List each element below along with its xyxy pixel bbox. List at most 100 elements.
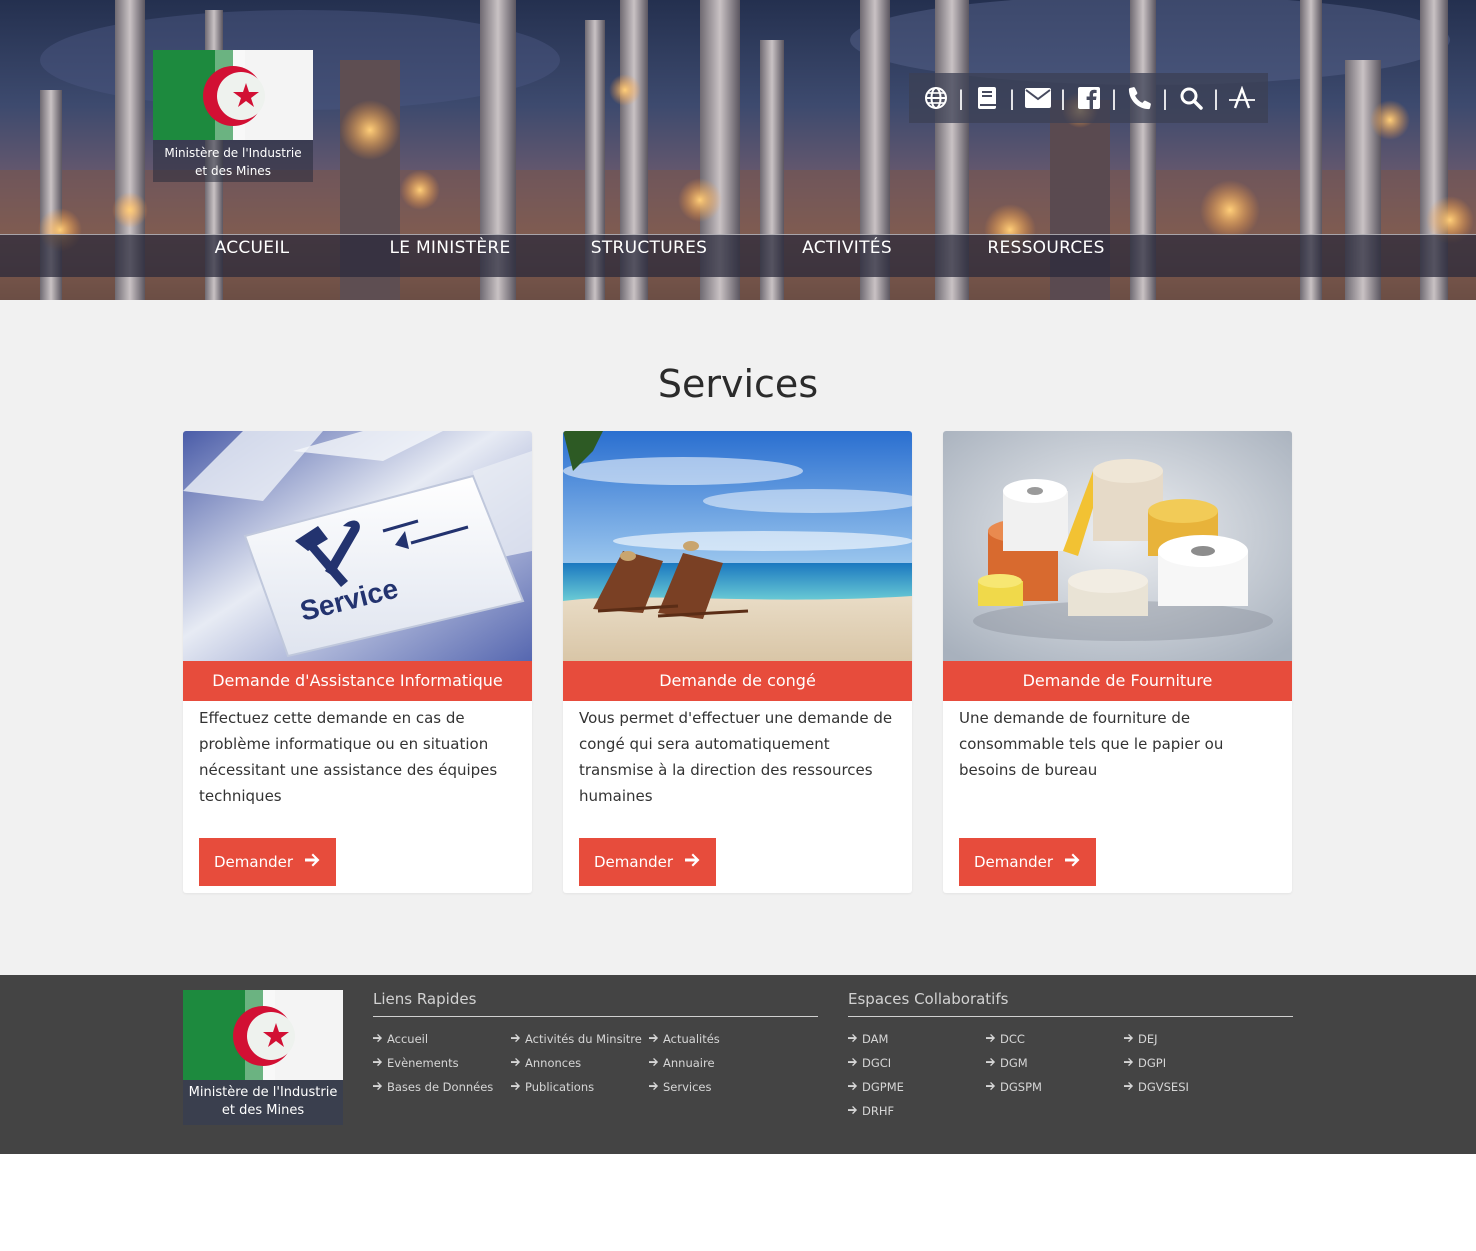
algerian-flag-image xyxy=(153,50,313,140)
collab-link-label: DGPME xyxy=(862,1080,904,1094)
globe-icon[interactable] xyxy=(921,83,951,113)
collab-link-label: DCC xyxy=(1000,1032,1025,1046)
collab-link-label: DGPI xyxy=(1138,1056,1167,1070)
arrow-right-icon xyxy=(848,1032,858,1046)
logo-caption-line-1: Ministère de l'Industrie xyxy=(188,1085,338,1100)
service-card-fourniture: Demande de Fourniture Une demande de fou… xyxy=(943,431,1292,893)
keyboard-service-image: Service xyxy=(183,431,532,661)
quick-link[interactable]: Annuaire xyxy=(649,1056,715,1070)
arrow-right-icon xyxy=(848,1104,858,1118)
hero-banner: Ministère de l'Industrie et des Mines | … xyxy=(0,0,1476,300)
toolbar-separator: | xyxy=(1059,86,1067,110)
phone-icon[interactable] xyxy=(1125,83,1155,113)
collab-link[interactable]: DGSPM xyxy=(986,1080,1042,1094)
toolbar-separator: | xyxy=(1008,86,1016,110)
arrow-right-icon xyxy=(848,1056,858,1070)
collab-link-label: DGM xyxy=(1000,1056,1028,1070)
card-description: Vous permet d'effectuer une demande de c… xyxy=(579,709,893,805)
collab-link[interactable]: DGPME xyxy=(848,1080,904,1094)
arrow-right-icon xyxy=(1124,1032,1134,1046)
arrow-right-icon xyxy=(649,1032,659,1046)
arrow-right-icon xyxy=(986,1080,996,1094)
collab-link[interactable]: DGVSESI xyxy=(1124,1080,1189,1094)
quick-link-label: Services xyxy=(663,1080,712,1094)
toolbar-separator: | xyxy=(1161,86,1169,110)
collab-link-label: DGSPM xyxy=(1000,1080,1042,1094)
collab-link-label: DRHF xyxy=(862,1104,895,1118)
nav-item-accueil[interactable]: ACCUEIL xyxy=(200,238,304,258)
envelope-icon[interactable] xyxy=(1023,83,1053,113)
quick-link[interactable]: Annonces xyxy=(511,1056,581,1070)
arrow-right-icon xyxy=(1065,853,1081,871)
arrow-right-icon xyxy=(848,1080,858,1094)
nav-item-activites[interactable]: ACTIVITÉS xyxy=(790,238,904,258)
quick-link[interactable]: Bases de Données xyxy=(373,1080,493,1094)
logo-caption-line-1: Ministère de l'Industrie xyxy=(164,146,302,160)
collab-link[interactable]: DEJ xyxy=(1124,1032,1158,1046)
page-bottom-space xyxy=(0,1154,1476,1251)
collab-link[interactable]: DGM xyxy=(986,1056,1028,1070)
footer-logo[interactable]: Ministère de l'Industrie et des Mines xyxy=(183,990,343,1125)
quick-link-label: Annonces xyxy=(525,1056,582,1070)
card-title: Demande de congé xyxy=(563,661,912,701)
arrow-right-icon xyxy=(649,1080,659,1094)
quick-link[interactable]: Actualités xyxy=(649,1032,720,1046)
demander-button[interactable]: Demander xyxy=(199,838,337,886)
collab-link[interactable]: DGCI xyxy=(848,1056,891,1070)
nav-item-structures[interactable]: STRUCTURES xyxy=(580,238,718,258)
quick-link-label: Accueil xyxy=(387,1032,429,1046)
page-title: Services xyxy=(657,362,819,406)
button-label: Demander xyxy=(594,853,674,871)
ministry-logo[interactable]: Ministère de l'Industrie et des Mines xyxy=(153,50,313,182)
collab-link-label: DAM xyxy=(862,1032,889,1046)
beach-image xyxy=(563,431,912,661)
search-icon[interactable] xyxy=(1176,83,1206,113)
arrow-right-icon xyxy=(649,1056,659,1070)
arrow-right-icon xyxy=(511,1080,521,1094)
nav-item-ressources[interactable]: RESSOURCES xyxy=(976,238,1116,258)
quick-link-label: Publications xyxy=(525,1080,595,1094)
nav-item-le-ministere[interactable]: LE MINISTÈRE xyxy=(380,238,520,258)
algerian-flag-image xyxy=(183,990,343,1080)
toolbar-separator: | xyxy=(1110,86,1118,110)
quick-link-label: Bases de Données xyxy=(387,1080,494,1094)
collab-spaces-heading: Espaces Collaboratifs xyxy=(848,990,1293,1017)
demander-button[interactable]: Demander xyxy=(959,838,1097,886)
logo-caption-line-2: et des Mines xyxy=(221,1103,305,1118)
card-title: Demande d'Assistance Informatique xyxy=(183,661,532,701)
toolbar-separator: | xyxy=(1212,86,1220,110)
font-size-icon[interactable] xyxy=(1227,83,1257,113)
collab-link[interactable]: DGPI xyxy=(1124,1056,1166,1070)
quick-link[interactable]: Activités du Minsitre xyxy=(511,1032,642,1046)
facebook-icon[interactable] xyxy=(1074,83,1104,113)
label-rolls-image xyxy=(943,431,1292,661)
quick-link[interactable]: Accueil xyxy=(373,1032,428,1046)
site-footer: Ministère de l'Industrie et des Mines Li… xyxy=(0,975,1476,1154)
arrow-right-icon xyxy=(511,1056,521,1070)
arrow-right-icon xyxy=(1124,1080,1134,1094)
collab-link[interactable]: DAM xyxy=(848,1032,888,1046)
quick-link[interactable]: Services xyxy=(649,1080,712,1094)
quick-link[interactable]: Evènements xyxy=(373,1056,459,1070)
arrow-right-icon xyxy=(986,1056,996,1070)
quick-links-heading: Liens Rapides xyxy=(373,990,818,1017)
arrow-right-icon xyxy=(986,1032,996,1046)
collab-link[interactable]: DRHF xyxy=(848,1104,894,1118)
quick-link[interactable]: Publications xyxy=(511,1080,594,1094)
card-description: Une demande de fourniture de consommable… xyxy=(959,709,1224,779)
collab-link-label: DGCI xyxy=(862,1056,892,1070)
demander-button[interactable]: Demander xyxy=(579,838,717,886)
arrow-right-icon xyxy=(511,1032,521,1046)
service-card-conge: Demande de congé Vous permet d'effectuer… xyxy=(563,431,912,893)
arrow-right-icon xyxy=(1124,1056,1134,1070)
button-label: Demander xyxy=(214,853,294,871)
collab-link-label: DEJ xyxy=(1138,1032,1158,1046)
service-card-assistance: Service Demande d'Assistance Informatiqu… xyxy=(183,431,532,893)
button-label: Demander xyxy=(974,853,1054,871)
collab-link[interactable]: DCC xyxy=(986,1032,1025,1046)
arrow-right-icon xyxy=(373,1032,383,1046)
logo-caption: Ministère de l'Industrie et des Mines xyxy=(153,140,313,182)
book-icon[interactable] xyxy=(972,83,1002,113)
logo-caption-line-2: et des Mines xyxy=(195,164,271,178)
header-toolbar: | | | | | | xyxy=(909,73,1268,123)
